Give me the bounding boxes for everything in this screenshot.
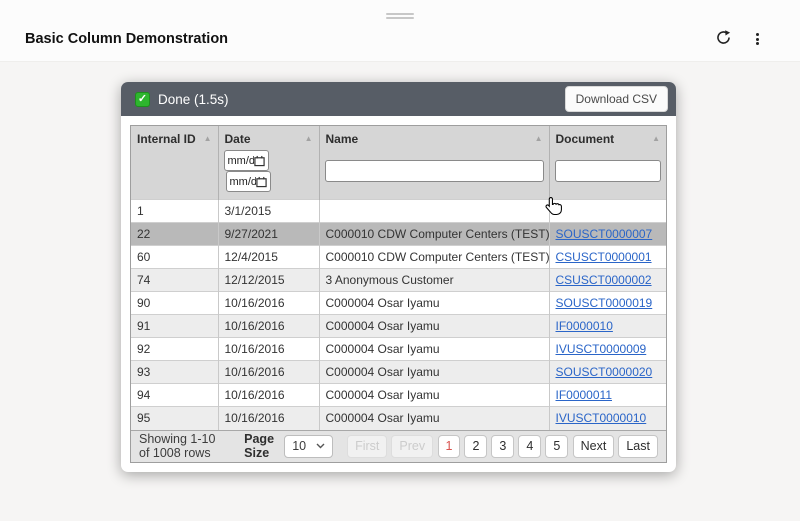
page-button-3[interactable]: 3: [491, 434, 515, 458]
table-filter-row: [131, 148, 666, 200]
first-page-button[interactable]: First: [347, 434, 388, 458]
name-filter-cell: [319, 148, 550, 200]
last-page-button[interactable]: Last: [618, 434, 658, 458]
table-row[interactable]: 1 3/1/2015: [131, 199, 666, 223]
table-row[interactable]: 60 12/4/2015 C000010 CDW Computer Center…: [131, 245, 666, 269]
sort-asc-icon[interactable]: ▲: [305, 134, 313, 143]
download-csv-button[interactable]: Download CSV: [564, 86, 668, 112]
page-button-5[interactable]: 5: [545, 434, 569, 458]
table-row[interactable]: 95 10/16/2016 C000004 Osar Iyamu IVUSCT0…: [131, 406, 666, 430]
data-table: Internal ID ▲ Date ▲ Name ▲ Document ▲ m…: [131, 126, 666, 430]
pagination-bar: Showing 1-10 of 1008 rows Page Size 10 F…: [131, 429, 666, 462]
table-row-hovered[interactable]: 22 9/27/2021 C000010 CDW Computer Center…: [131, 222, 666, 246]
document-link[interactable]: CSUSCT0000001: [556, 250, 652, 264]
document-link[interactable]: SOUSCT0000020: [556, 365, 653, 379]
next-page-button[interactable]: Next: [572, 434, 615, 458]
table-row[interactable]: 91 10/16/2016 C000004 Osar Iyamu IF00000…: [131, 314, 666, 338]
date-to-filter[interactable]: [225, 171, 271, 192]
drag-handle[interactable]: [386, 11, 414, 21]
date-filter-cell: [218, 148, 320, 200]
card-body: Internal ID ▲ Date ▲ Name ▲ Document ▲ m…: [121, 116, 676, 472]
table-row[interactable]: 90 10/16/2016 C000004 Osar Iyamu SOUSCT0…: [131, 291, 666, 315]
more-options-button[interactable]: [746, 28, 768, 50]
row-count-summary: Showing 1-10 of 1008 rows: [139, 432, 216, 460]
calendar-icon: [255, 176, 267, 187]
status-bar: ✓ Done (1.5s) Download CSV: [121, 82, 676, 116]
page-title: Basic Column Demonstration: [25, 31, 229, 47]
sort-asc-icon[interactable]: ▲: [204, 134, 212, 143]
document-link[interactable]: CSUSCT0000002: [556, 273, 652, 287]
sort-asc-icon[interactable]: ▲: [652, 134, 660, 143]
document-link[interactable]: SOUSCT0000007: [556, 227, 653, 241]
page-size-select[interactable]: 10: [284, 434, 334, 458]
refresh-button[interactable]: [712, 28, 734, 50]
data-table-container: Internal ID ▲ Date ▲ Name ▲ Document ▲ m…: [130, 125, 667, 463]
column-header-name[interactable]: Name ▲: [319, 126, 550, 148]
date-from-input[interactable]: [227, 154, 254, 167]
results-card: ✓ Done (1.5s) Download CSV Internal ID ▲…: [121, 82, 676, 472]
document-link[interactable]: IF0000011: [556, 388, 613, 402]
document-filter-cell: [549, 148, 666, 200]
check-icon: ✓: [135, 91, 150, 107]
document-link[interactable]: SOUSCT0000019: [556, 296, 653, 310]
column-header-date[interactable]: Date ▲: [218, 126, 320, 148]
table-row[interactable]: 93 10/16/2016 C000004 Osar Iyamu SOUSCT0…: [131, 360, 666, 384]
document-filter-input[interactable]: [554, 160, 661, 182]
table-row[interactable]: 74 12/12/2015 3 Anonymous Customer CSUSC…: [131, 268, 666, 292]
column-header-internal-id[interactable]: Internal ID ▲: [131, 126, 219, 148]
table-row[interactable]: 92 10/16/2016 C000004 Osar Iyamu IVUSCT0…: [131, 337, 666, 361]
column-header-document[interactable]: Document ▲: [549, 126, 666, 148]
date-from-filter[interactable]: [223, 150, 269, 171]
prev-page-button[interactable]: Prev: [391, 434, 434, 458]
sort-asc-icon[interactable]: ▲: [535, 134, 543, 143]
page-button-1[interactable]: 1: [437, 434, 461, 458]
document-link[interactable]: IVUSCT0000009: [556, 342, 647, 356]
internal-id-filter-cell: [131, 148, 219, 200]
chevron-down-icon: [316, 443, 325, 449]
document-link[interactable]: IF0000010: [556, 319, 613, 333]
window-top-bar: Basic Column Demonstration: [0, 0, 800, 62]
calendar-icon: [253, 155, 265, 166]
name-filter-input[interactable]: [324, 160, 544, 182]
table-row[interactable]: 94 10/16/2016 C000004 Osar Iyamu IF00000…: [131, 383, 666, 407]
date-to-input[interactable]: [229, 175, 256, 188]
status-text: Done (1.5s): [158, 91, 229, 107]
refresh-icon: [715, 29, 732, 49]
page-button-4[interactable]: 4: [518, 434, 542, 458]
document-link[interactable]: IVUSCT0000010: [556, 411, 647, 425]
page-size-label: Page Size: [244, 432, 275, 460]
table-header-row: Internal ID ▲ Date ▲ Name ▲ Document ▲: [131, 126, 666, 148]
page-button-2[interactable]: 2: [464, 434, 488, 458]
kebab-menu-icon: [755, 32, 759, 47]
